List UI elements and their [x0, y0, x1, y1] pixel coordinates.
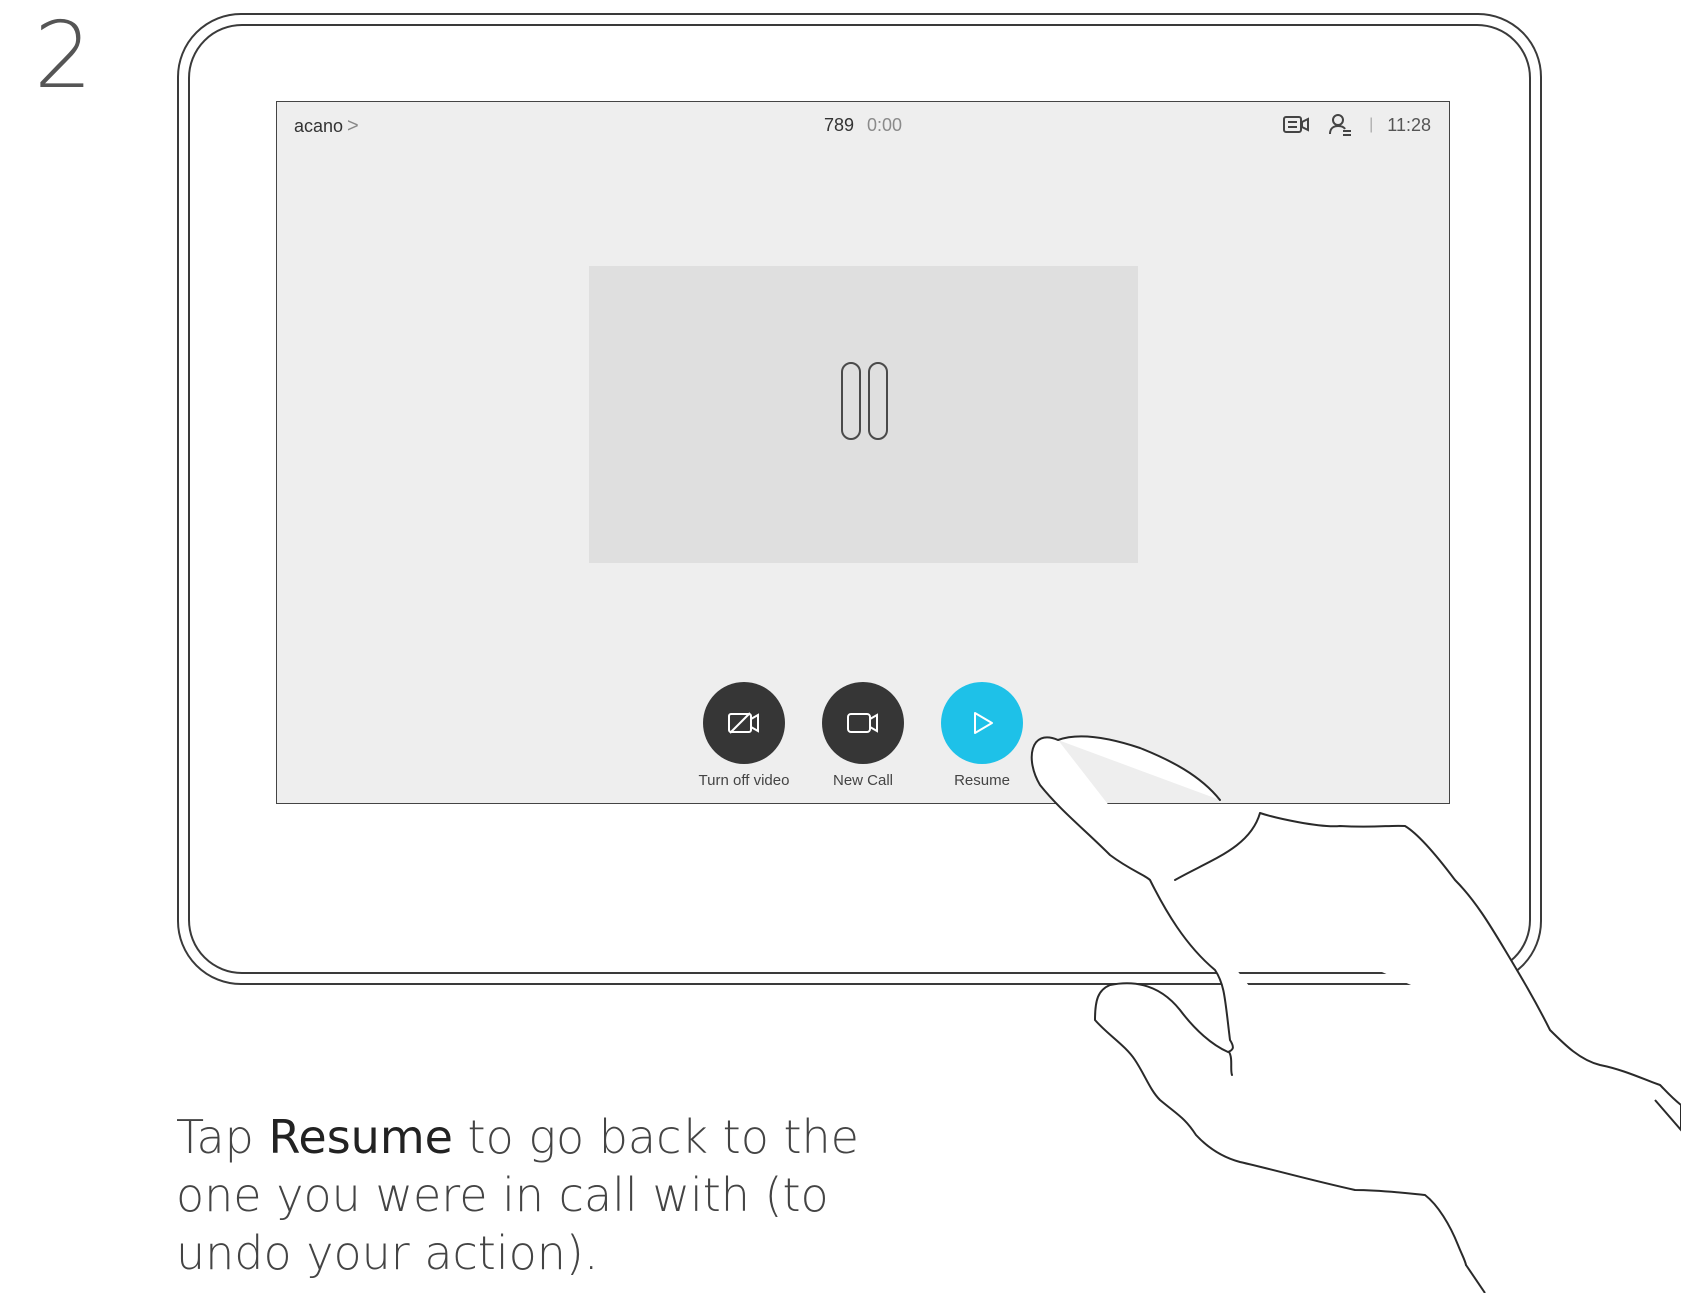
touch-screen: acano > 789 0:00 | 11:28 Turn off video … — [276, 101, 1450, 804]
play-icon — [974, 712, 993, 734]
call-duration: 0:00 — [867, 115, 903, 135]
call-number: 789 — [823, 115, 854, 135]
turn-off-video-circle[interactable] — [703, 682, 785, 764]
participants-icon[interactable] — [1325, 111, 1355, 139]
step-number: 2 — [34, 2, 93, 109]
resume-circle[interactable] — [941, 682, 1023, 764]
clock: 11:28 — [1387, 114, 1431, 135]
instruction-text: Tap Resume to go back to the one you wer… — [176, 1108, 936, 1282]
status-separator: | — [1369, 116, 1374, 133]
call-info: 789 0:00 — [277, 115, 1449, 136]
resume-label: Resume — [954, 772, 1010, 789]
new-call-circle[interactable] — [822, 682, 904, 764]
self-view-icon[interactable] — [1281, 111, 1311, 139]
instruction-emphasis: Resume — [268, 1110, 453, 1164]
on-hold-video-tile — [589, 266, 1138, 563]
video-off-icon — [728, 712, 759, 734]
status-area: | 11:28 — [1281, 111, 1431, 139]
top-bar: acano > 789 0:00 | 11:28 — [277, 102, 1449, 152]
pause-icon — [834, 361, 894, 441]
instruction-prefix: Tap — [176, 1110, 269, 1164]
resume-button[interactable]: Resume — [912, 682, 1052, 789]
video-camera-icon — [847, 713, 878, 733]
